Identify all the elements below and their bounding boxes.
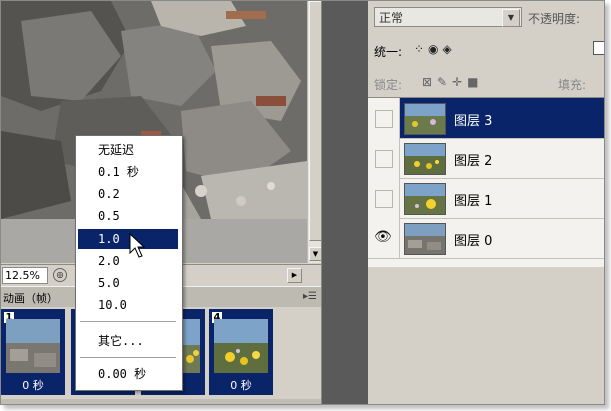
menu-item-no-delay[interactable]: 无延迟	[78, 140, 178, 160]
frame-thumbnail	[214, 319, 268, 373]
panel-menu-icon[interactable]: ▸☰	[303, 291, 317, 302]
layer-name[interactable]: 图层 3	[454, 110, 492, 129]
animation-frame-4[interactable]: 4 0 秒	[209, 309, 273, 395]
menu-separator	[80, 357, 176, 358]
unify-label: 统一:	[374, 45, 403, 59]
animation-frame-1[interactable]: 1 0 秒	[1, 309, 65, 395]
visibility-toggle[interactable]: 👁	[368, 218, 400, 258]
chevron-down-icon[interactable]: ▼	[502, 9, 520, 27]
right-panel: 正常 ▼ 不透明度: 统一: ⁘◉◈ 锁定: ⊠✎✛■ 填充: 图层 3 图层 …	[321, 1, 604, 404]
mouse-cursor-icon	[129, 233, 145, 258]
layer-thumbnail	[404, 183, 446, 215]
layer-row-2[interactable]: 图层 2	[368, 138, 604, 179]
menu-item-10-0[interactable]: 10.0	[78, 295, 178, 315]
menu-separator	[80, 321, 176, 322]
menu-item-current-value: 0.00 秒	[98, 367, 147, 381]
layer-row-3[interactable]: 图层 3	[368, 98, 604, 139]
menu-item-other[interactable]: 其它...	[78, 331, 178, 351]
fill-label: 填充:	[558, 78, 587, 92]
photoshop-window: ▼ 12.5% ◎ ▶ 动画（帧） ▸☰ 1 0 秒 0 秒 0 秒 4	[0, 0, 605, 405]
visibility-off-icon	[375, 150, 393, 168]
visibility-toggle[interactable]	[368, 178, 400, 218]
lock-label: 锁定:	[374, 78, 403, 92]
zoom-input[interactable]: 12.5%	[2, 267, 48, 284]
visibility-off-icon	[375, 190, 393, 208]
layer-row-1[interactable]: 图层 1	[368, 178, 604, 219]
frame-delay[interactable]: 0 秒	[1, 377, 65, 393]
menu-item-1-0[interactable]: 1.0	[78, 229, 178, 249]
blend-mode-select[interactable]: 正常 ▼	[374, 7, 522, 27]
layer-name[interactable]: 图层 0	[454, 230, 492, 249]
layer-thumbnail	[404, 103, 446, 135]
frame-thumbnail	[6, 319, 60, 373]
lock-options-icons[interactable]: ⊠✎✛■	[422, 75, 484, 89]
visibility-off-icon	[375, 110, 393, 128]
panel-dock-strip	[322, 1, 368, 404]
menu-item-0-1[interactable]: 0.1 秒	[78, 162, 178, 182]
blend-mode-value: 正常	[379, 11, 404, 25]
frame-delay[interactable]: 0 秒	[209, 377, 273, 393]
layer-list: 图层 3 图层 2 图层 1 👁 图层 0	[368, 97, 604, 268]
layer-name[interactable]: 图层 1	[454, 190, 492, 209]
menu-item-0-5[interactable]: 0.5	[78, 206, 178, 226]
menu-item-2-0[interactable]: 2.0	[78, 251, 178, 271]
layers-panel-empty-area	[368, 267, 604, 404]
menu-item-5-0[interactable]: 5.0	[78, 273, 178, 293]
layer-name[interactable]: 图层 2	[454, 150, 492, 169]
scroll-right-icon[interactable]: ▶	[287, 268, 302, 283]
vertical-scrollbar[interactable]: ▼	[307, 1, 322, 263]
eye-icon: 👁	[374, 229, 392, 245]
visibility-toggle[interactable]	[368, 98, 400, 138]
status-menu-icon[interactable]: ◎	[53, 268, 67, 282]
visibility-toggle[interactable]	[368, 138, 400, 178]
layer-thumbnail	[404, 143, 446, 175]
layers-panel: 正常 ▼ 不透明度: 统一: ⁘◉◈ 锁定: ⊠✎✛■ 填充: 图层 3 图层 …	[368, 1, 604, 404]
opacity-label: 不透明度:	[528, 12, 581, 26]
frame-delay-menu: 无延迟 0.1 秒 0.2 0.5 1.0 2.0 5.0 10.0 其它...…	[75, 135, 183, 391]
unify-options-icons[interactable]: ⁘◉◈	[414, 42, 456, 56]
frames-footer	[1, 399, 321, 404]
propagate-frame-checkbox[interactable]	[593, 41, 604, 55]
animation-panel-title: 动画（帧）	[3, 292, 58, 305]
layer-thumbnail	[404, 223, 446, 255]
layer-row-0[interactable]: 👁 图层 0	[368, 218, 604, 259]
menu-item-0-2[interactable]: 0.2	[78, 184, 178, 204]
